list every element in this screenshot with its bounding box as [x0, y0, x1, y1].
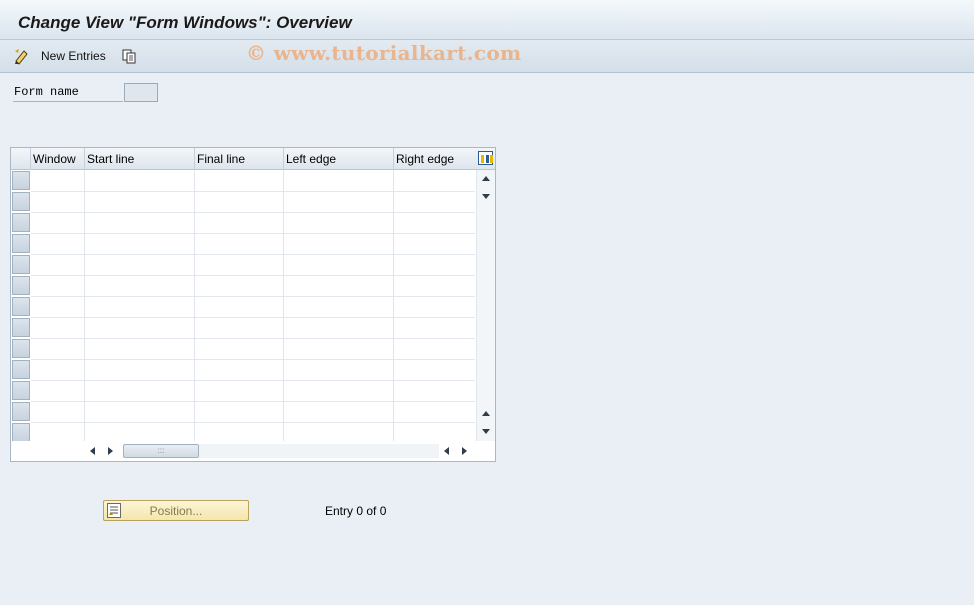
- table-row: [31, 338, 475, 339]
- scroll-up-icon[interactable]: [482, 176, 490, 181]
- pencil-new-icon: [13, 48, 30, 65]
- table-row: [31, 380, 475, 381]
- copy-button[interactable]: [122, 46, 137, 66]
- table-row: [31, 212, 475, 213]
- copy-icon: [122, 49, 137, 64]
- new-entries-label: New Entries: [41, 49, 106, 63]
- page-right-icon[interactable]: [462, 447, 467, 455]
- row-selector[interactable]: [12, 255, 30, 274]
- table-row: [31, 233, 475, 234]
- scroll-thumb[interactable]: :::: [123, 444, 199, 458]
- table-row: [31, 359, 475, 360]
- row-selector[interactable]: [12, 381, 30, 400]
- col-divider: [393, 170, 394, 441]
- page-up-icon[interactable]: [482, 411, 490, 416]
- col-divider: [283, 170, 284, 441]
- col-divider: [194, 170, 195, 441]
- col-header-start-line[interactable]: Start line: [85, 148, 195, 170]
- table-row: [31, 317, 475, 318]
- row-selector[interactable]: [12, 339, 30, 358]
- row-selector[interactable]: [12, 213, 30, 232]
- vertical-scrollbar[interactable]: [476, 170, 495, 441]
- table-settings-icon[interactable]: [478, 151, 493, 165]
- watermark: © www.tutorialkart.com: [246, 41, 522, 65]
- page-title: Change View "Form Windows": Overview: [18, 13, 352, 32]
- col-divider: [84, 170, 85, 441]
- table-row: [31, 254, 475, 255]
- table-row: [31, 191, 475, 192]
- form-name-label: Form name: [13, 85, 123, 102]
- horizontal-scrollbar[interactable]: :::: [11, 441, 495, 461]
- form-name-input[interactable]: [124, 83, 158, 102]
- page-left-icon[interactable]: [444, 447, 449, 455]
- page-down-icon[interactable]: [482, 429, 490, 434]
- col-header-left-edge[interactable]: Left edge: [284, 148, 394, 170]
- col-header-final-line[interactable]: Final line: [195, 148, 284, 170]
- row-selector[interactable]: [12, 171, 30, 190]
- table-row: [31, 296, 475, 297]
- row-selector[interactable]: [12, 423, 30, 442]
- scroll-track[interactable]: [199, 444, 439, 458]
- row-selector[interactable]: [12, 318, 30, 337]
- row-selector[interactable]: [12, 297, 30, 316]
- row-selector[interactable]: [12, 234, 30, 253]
- col-header-right-edge[interactable]: Right edge: [394, 148, 476, 170]
- col-header-window[interactable]: Window: [31, 148, 85, 170]
- position-button[interactable]: Position...: [103, 500, 249, 521]
- table-row: [31, 401, 475, 402]
- row-selector[interactable]: [12, 192, 30, 211]
- table-row: [31, 422, 475, 423]
- position-button-label: Position...: [149, 504, 203, 518]
- select-all-corner[interactable]: [11, 148, 31, 170]
- form-windows-table: Window Start line Final line Left edge R…: [10, 147, 496, 462]
- table-header: Window Start line Final line Left edge R…: [11, 148, 495, 170]
- new-entries-button[interactable]: New Entries: [13, 46, 106, 66]
- entry-counter: Entry 0 of 0: [325, 504, 387, 518]
- row-selector[interactable]: [12, 276, 30, 295]
- row-selector[interactable]: [12, 402, 30, 421]
- scroll-left-icon[interactable]: [90, 447, 95, 455]
- row-selector[interactable]: [12, 360, 30, 379]
- title-bar: Change View "Form Windows": Overview: [0, 0, 974, 40]
- table-row: [31, 275, 475, 276]
- scroll-down-icon[interactable]: [482, 194, 490, 199]
- scroll-right-icon[interactable]: [108, 447, 113, 455]
